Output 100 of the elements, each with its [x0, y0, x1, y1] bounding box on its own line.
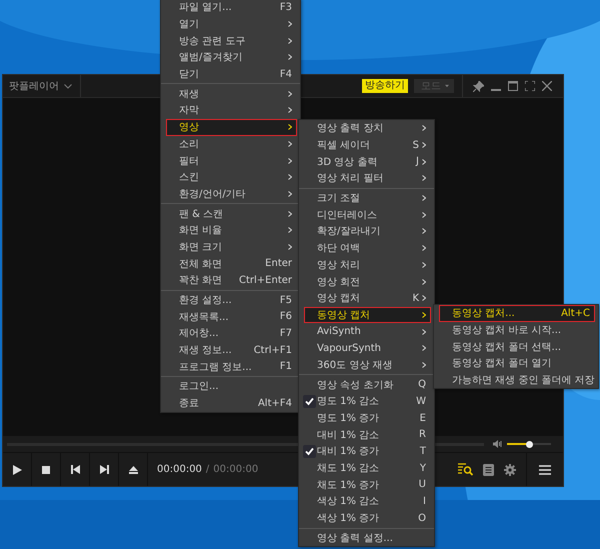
- menu-item[interactable]: 종료 Alt+F4: [161, 394, 300, 412]
- menu-item[interactable]: 360도 영상 재생: [299, 356, 434, 374]
- chevron-right-icon: [422, 175, 426, 182]
- menu-item[interactable]: 꽉찬 화면 Ctrl+Enter: [161, 272, 300, 289]
- play-icon: [12, 464, 22, 474]
- menu-item[interactable]: 채도 1% 감소 Y: [299, 460, 434, 476]
- eject-icon: [128, 466, 138, 474]
- chevron-right-icon: [422, 158, 426, 165]
- chevron-right-icon: [288, 21, 292, 28]
- chevron-right-icon: [288, 210, 292, 217]
- chevron-right-icon: [288, 107, 292, 114]
- chevron-right-icon: [422, 228, 426, 234]
- menu-item[interactable]: 프로그램 정보... F1: [161, 358, 300, 376]
- app-title: 팟플레이어: [9, 80, 59, 93]
- menu-item[interactable]: 크기 조절: [299, 190, 434, 206]
- settings-icon[interactable]: [504, 464, 516, 476]
- chevron-right-icon: [288, 227, 292, 234]
- menu-item[interactable]: 재생: [161, 85, 300, 102]
- chevron-right-icon: [422, 142, 426, 148]
- menu-item[interactable]: 색상 1% 감소 I: [299, 493, 434, 510]
- menu-item[interactable]: 재생목록... F6: [161, 308, 300, 326]
- menu-item[interactable]: 디인터레이스: [299, 206, 434, 224]
- menu-item[interactable]: 팬 & 스캔: [161, 205, 300, 222]
- skip-back-icon: [70, 465, 80, 474]
- menu-item[interactable]: 동영상 캡처... Alt+C: [439, 305, 595, 322]
- chevron-right-icon: [288, 244, 292, 250]
- chevron-right-icon: [422, 262, 426, 268]
- chevron-right-icon: [288, 190, 292, 197]
- menu-item[interactable]: 방송 관련 도구: [161, 32, 300, 50]
- menu-item[interactable]: 대비 1% 감소 R: [299, 426, 434, 444]
- chevron-right-icon: [422, 362, 426, 368]
- time-separator: /: [206, 464, 210, 475]
- menu-item[interactable]: 하단 여백: [299, 240, 434, 256]
- pin-icon[interactable]: [473, 80, 484, 92]
- chevron-right-icon: [288, 90, 292, 97]
- fullscreen-icon[interactable]: [525, 81, 535, 91]
- menu-item[interactable]: 픽셀 세이더 S: [299, 136, 434, 154]
- menu-item[interactable]: 영상 회전: [299, 273, 434, 290]
- menu-item[interactable]: 재생 정보... Ctrl+F1: [161, 342, 300, 358]
- stop-icon: [42, 466, 50, 474]
- menu-item[interactable]: 동영상 캡처: [304, 306, 431, 324]
- menu-item[interactable]: 영상 속성 초기화 Q: [299, 376, 434, 393]
- chevron-right-icon: [422, 345, 426, 352]
- menu-item[interactable]: 앨범/즐겨찾기: [161, 49, 300, 66]
- menu-item[interactable]: 영상 처리: [299, 256, 434, 274]
- menu-item[interactable]: 화면 비율: [161, 222, 300, 239]
- menu-item[interactable]: 전체 화면 Enter: [161, 255, 300, 272]
- menu-item[interactable]: VapourSynth: [299, 340, 434, 357]
- menu-item[interactable]: 열기: [161, 16, 300, 32]
- menu-item[interactable]: 가능하면 재생 중인 폴더에 저장: [434, 372, 598, 388]
- menu-item[interactable]: 닫기 F4: [161, 66, 300, 82]
- menu-icon[interactable]: [539, 464, 551, 474]
- chevron-right-icon: [422, 212, 426, 218]
- menu-item[interactable]: 환경 설정... F5: [161, 292, 300, 308]
- chevron-right-icon: [422, 278, 426, 285]
- skip-forward-icon: [100, 465, 108, 474]
- menu-item[interactable]: AviSynth: [299, 323, 434, 340]
- menu-item[interactable]: 파일 열기... F3: [161, 0, 300, 16]
- volume-icon[interactable]: [493, 440, 502, 448]
- chevron-down-icon[interactable]: [64, 84, 72, 88]
- menu-item[interactable]: 영상 출력 설정...: [299, 530, 434, 546]
- slider-thumb[interactable]: [526, 440, 532, 448]
- close-icon[interactable]: [542, 81, 552, 91]
- broadcast-button[interactable]: 방송하기: [362, 79, 408, 93]
- current-time: 00:00:00: [157, 464, 202, 475]
- chevron-right-icon: [288, 174, 292, 180]
- document-icon[interactable]: [483, 464, 494, 476]
- menu-item[interactable]: 명도 1% 증가 E: [299, 410, 434, 426]
- menu-item[interactable]: 동영상 캡처 폴더 열기: [434, 355, 598, 372]
- playlist-search-icon[interactable]: [458, 463, 473, 476]
- chevron-right-icon: [422, 245, 426, 252]
- menu-item[interactable]: 동영상 캡처 폴더 선택...: [434, 338, 598, 356]
- total-time: 00:00:00: [213, 464, 258, 475]
- menu-item[interactable]: 동영상 캡처 바로 시작...: [434, 322, 598, 338]
- menu-item[interactable]: 로그인...: [161, 378, 300, 395]
- menu-item[interactable]: 영상 캡처 K: [299, 290, 434, 307]
- menu-item[interactable]: 자막: [161, 102, 300, 119]
- chevron-right-icon: [288, 54, 292, 60]
- chevron-right-icon: [422, 125, 426, 132]
- menu-item[interactable]: 필터: [161, 152, 300, 169]
- chevron-right-icon: [288, 124, 292, 130]
- caret-icon: [445, 84, 449, 88]
- menu-item[interactable]: 영상 처리 필터: [299, 170, 434, 187]
- menu-item[interactable]: 확장/잘라내기: [299, 223, 434, 240]
- menu-item[interactable]: 제어창... F7: [161, 325, 300, 342]
- menu-item[interactable]: 채도 1% 증가 U: [299, 476, 434, 494]
- menu-item[interactable]: 3D 영상 출력 J: [299, 153, 434, 170]
- chevron-right-icon: [288, 38, 292, 44]
- menu-item[interactable]: 영상: [166, 118, 297, 136]
- menu-item[interactable]: 소리: [161, 136, 300, 152]
- menu-item[interactable]: 명도 1% 감소 W: [299, 393, 434, 410]
- menu-item[interactable]: 환경/언어/기타: [161, 186, 300, 202]
- chevron-right-icon: [288, 140, 292, 147]
- maximize-icon[interactable]: [508, 81, 518, 91]
- menu-item[interactable]: 영상 출력 장치: [299, 120, 434, 137]
- menu-item[interactable]: 스킨: [161, 168, 300, 186]
- menu-item[interactable]: 색상 1% 증가 O: [299, 510, 434, 526]
- chevron-right-icon: [422, 328, 426, 335]
- menu-item[interactable]: 화면 크기: [161, 238, 300, 256]
- menu-item[interactable]: 대비 1% 증가 T: [299, 443, 434, 460]
